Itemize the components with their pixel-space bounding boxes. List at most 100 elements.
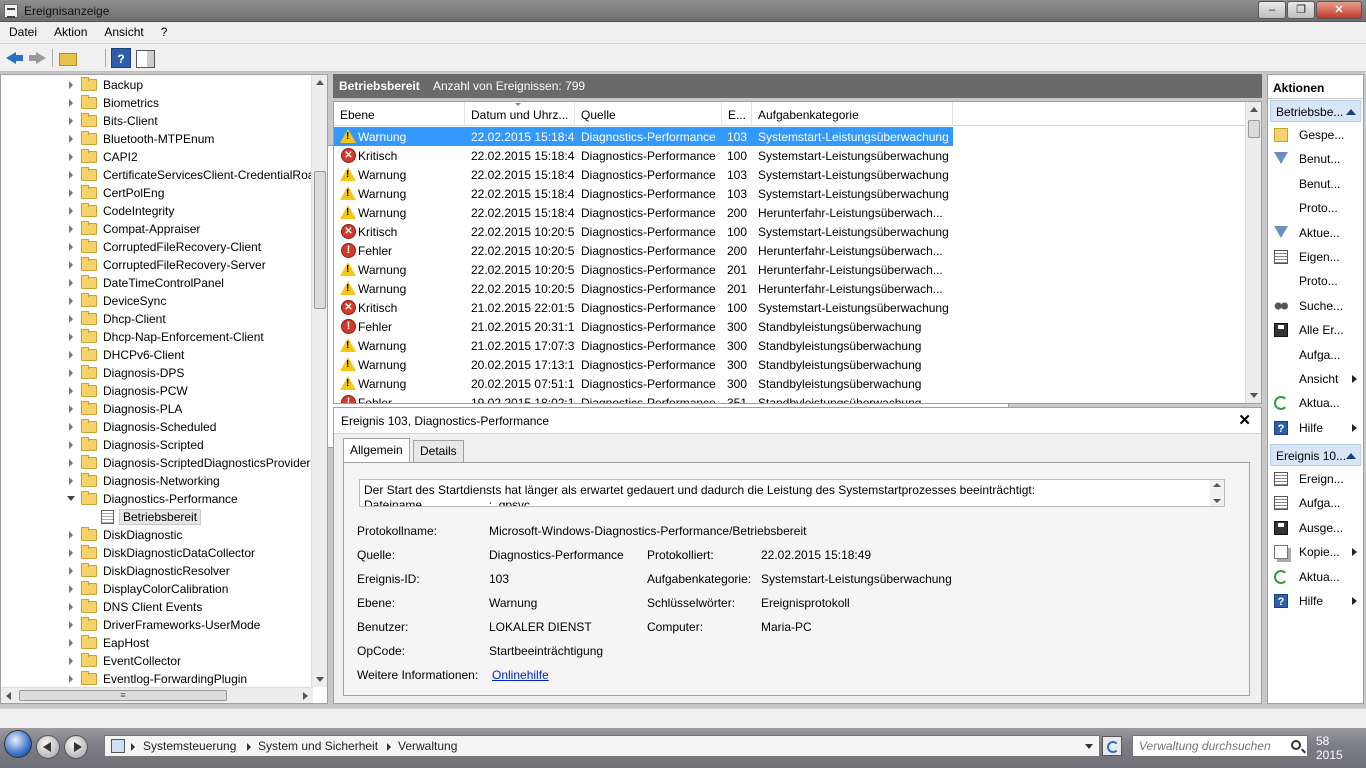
collapsed-arrow-icon[interactable] [69,99,73,107]
action-item[interactable]: Proto... [1268,197,1363,219]
menu-aktion[interactable]: Aktion [45,22,95,39]
tree-item-folder[interactable]: DeviceSync [1,292,313,310]
event-row[interactable]: ! Fehler 19.02.2015 18:02:10 Diagnostics-Pe… [334,393,953,403]
show-hide-action-pane-icon[interactable] [135,48,155,68]
collapsed-arrow-icon[interactable] [69,351,73,359]
collapsed-arrow-icon[interactable] [69,135,73,143]
close-icon[interactable]: ✕ [1238,411,1251,429]
collapsed-arrow-icon[interactable] [69,189,73,197]
collapsed-arrow-icon[interactable] [69,675,73,683]
collapsed-arrow-icon[interactable] [69,657,73,665]
collapse-arrow-icon[interactable] [1346,453,1356,459]
close-button[interactable]: ✕ [1316,1,1362,19]
tree-item-folder[interactable]: DriverFrameworks-UserMode [1,616,313,634]
collapsed-arrow-icon[interactable] [69,459,73,467]
forward-arrow-icon[interactable] [27,48,47,68]
collapsed-arrow-icon[interactable] [69,81,73,89]
collapsed-arrow-icon[interactable] [69,243,73,251]
action-item[interactable]: Kopie... [1268,541,1363,563]
submenu-arrow-icon[interactable] [1352,597,1357,605]
scroll-up-arrow-icon[interactable] [1250,107,1258,112]
scroll-up-arrow-icon[interactable] [316,80,324,85]
actions-section-log[interactable]: Betriebsbe... [1270,100,1361,122]
action-item[interactable]: Benut... [1268,148,1363,170]
chevron-down-icon[interactable] [1085,744,1093,749]
event-row[interactable]: Warnung 22.02.2015 15:18:49 Diagnostics-Pe… [334,165,953,184]
event-row[interactable]: Warnung 21.02.2015 17:07:39 Diagnostics-Pe… [334,336,953,355]
online-help-link[interactable]: Onlinehilfe [492,668,549,682]
tree-item-folder[interactable]: DisplayColorCalibration [1,580,313,598]
breadcrumb-system-und-sicherheit[interactable]: System und Sicherheit [258,739,378,753]
tree-item-folder[interactable]: Diagnosis-PCW [1,382,313,400]
tree-item-folder[interactable]: DateTimeControlPanel [1,274,313,292]
action-item[interactable]: Ansicht [1268,368,1363,390]
tree-item-folder[interactable]: CertPolEng [1,184,313,202]
column-header-event-id[interactable]: E... [722,102,752,126]
folder-up-icon[interactable] [57,48,77,68]
tree-item-folder[interactable]: Diagnosis-DPS [1,364,313,382]
action-item[interactable]: Aufga... [1268,492,1363,514]
scroll-left-arrow-icon[interactable] [6,692,11,700]
submenu-arrow-icon[interactable] [1352,423,1357,432]
action-item[interactable]: Aktua... [1268,392,1363,414]
events-list-scrollbar[interactable] [1245,102,1261,403]
collapsed-arrow-icon[interactable] [69,261,73,269]
collapsed-arrow-icon[interactable] [69,549,73,557]
tree-item-folder[interactable]: CodeIntegrity [1,202,313,220]
submenu-arrow-icon[interactable] [1352,375,1357,383]
column-header-level[interactable]: Ebene [334,102,465,126]
collapsed-arrow-icon[interactable] [69,585,73,593]
collapse-arrow-icon[interactable] [1346,109,1356,115]
action-item[interactable]: Benut... [1268,173,1363,195]
scroll-down-arrow-icon[interactable] [1213,499,1221,503]
description-scrollbar[interactable] [1210,480,1224,506]
tree-item-folder[interactable]: Diagnosis-Networking [1,472,313,490]
collapsed-arrow-icon[interactable] [69,567,73,575]
action-item[interactable]: Ausge... [1268,517,1363,539]
tab-allgemein[interactable]: Allgemein [343,438,410,463]
tree-item-folder[interactable]: Diagnostics-Performance [1,490,313,508]
menu-help[interactable]: ? [152,22,176,39]
collapsed-arrow-icon[interactable] [69,207,73,215]
tree-item-folder[interactable]: CertificateServicesClient-CredentialRoa [1,166,314,184]
collapsed-arrow-icon[interactable] [69,279,73,287]
scroll-up-arrow-icon[interactable] [1213,483,1221,487]
tree-item-folder[interactable]: DNS Client Events [1,598,313,616]
column-header-task-category[interactable]: Aufgabenkategorie [752,102,953,126]
action-item[interactable]: Gespe... [1268,124,1363,146]
action-item[interactable]: Eigen... [1268,246,1363,268]
tree-item-folder[interactable]: EapHost [1,634,313,652]
breadcrumb-verwaltung[interactable]: Verwaltung [398,739,457,753]
collapsed-arrow-icon[interactable] [69,441,73,449]
back-arrow-icon[interactable] [5,48,25,68]
menu-datei[interactable]: Datei [0,22,45,39]
actions-section-event[interactable]: Ereignis 10... [1270,444,1361,466]
tree-item-folder[interactable]: EventCollector [1,652,313,670]
expanded-arrow-icon[interactable] [67,496,75,501]
event-row[interactable]: Warnung 22.02.2015 10:20:52 Diagnostics-Pe… [334,279,953,298]
collapsed-arrow-icon[interactable] [69,225,73,233]
tree-item-folder[interactable]: Backup [1,76,313,94]
submenu-arrow-icon[interactable] [1352,548,1357,557]
collapsed-arrow-icon[interactable] [69,477,73,485]
address-bar[interactable]: Systemsteuerung System und Sicherheit Ve… [104,735,1100,757]
event-row[interactable]: Warnung 20.02.2015 07:51:12 Diagnostics-Pe… [334,374,953,393]
action-item[interactable]: Ereign... [1268,468,1363,490]
tree-item-folder[interactable]: DiskDiagnostic [1,526,313,544]
scroll-thumb[interactable] [1248,120,1260,138]
action-item[interactable]: Aufga... [1268,344,1363,366]
scroll-right-arrow-icon[interactable] [303,692,308,700]
event-row[interactable]: Warnung 22.02.2015 15:18:49 Diagnostics-Pe… [334,127,953,146]
tree-item-folder[interactable]: Compat-Appraiser [1,220,313,238]
collapsed-arrow-icon[interactable] [69,171,73,179]
collapsed-arrow-icon[interactable] [69,117,73,125]
action-item[interactable]: Aktue... [1268,222,1363,244]
column-header-date[interactable]: Datum und Uhrz... [465,102,575,126]
collapsed-arrow-icon[interactable] [69,369,73,377]
tree-item-log[interactable]: Betriebsbereit [1,508,313,526]
tree-item-folder[interactable]: Bluetooth-MTPEnum [1,130,313,148]
action-item[interactable]: ? Hilfe [1268,590,1363,612]
event-row[interactable]: ✕ Kritisch 22.02.2015 15:18:49 Diagnostics-… [334,146,953,165]
event-row[interactable]: ✕ Kritisch 21.02.2015 22:01:58 Diagnostics-… [334,298,953,317]
action-item[interactable]: Suche... [1268,295,1363,317]
